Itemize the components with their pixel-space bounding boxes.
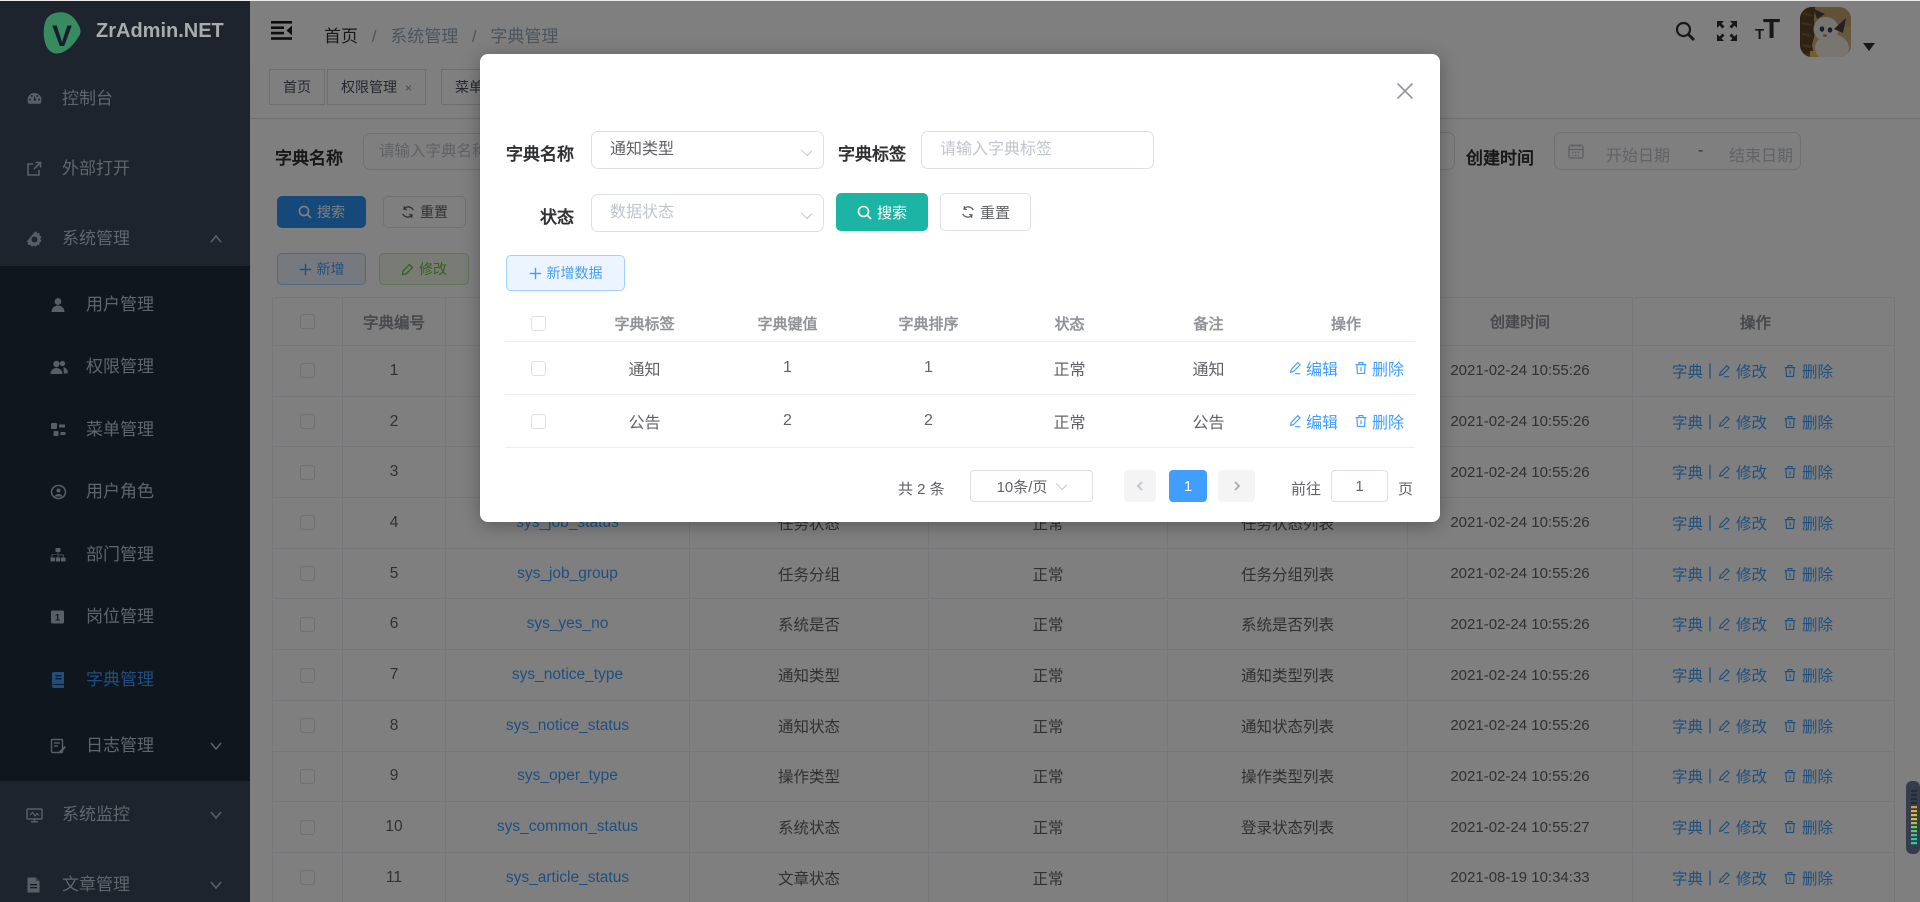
svg-text:V: V [52, 20, 72, 53]
